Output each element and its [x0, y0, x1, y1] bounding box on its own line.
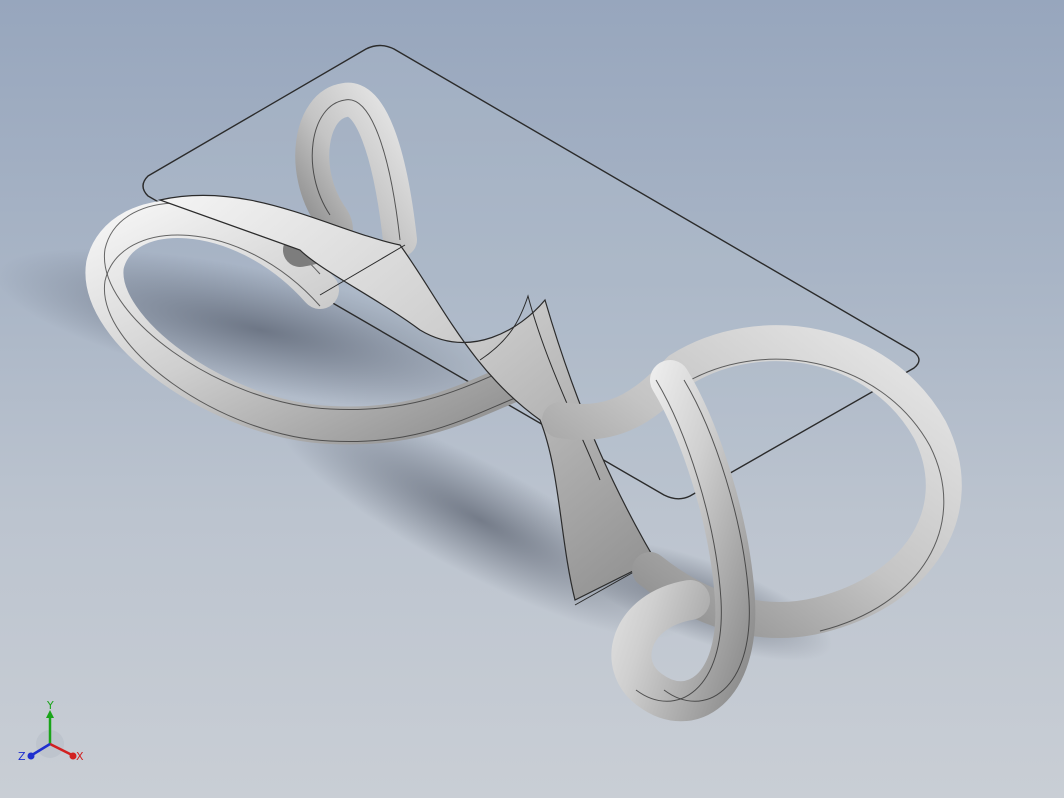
z-axis-tip — [27, 752, 35, 760]
graphics-viewport[interactable]: Y X Z — [0, 0, 1064, 798]
orientation-triad: Y X Z — [18, 700, 84, 763]
x-axis-label: X — [76, 750, 84, 763]
model-canvas[interactable] — [0, 0, 1064, 798]
y-axis-label: Y — [46, 700, 54, 712]
z-axis-label: Z — [18, 750, 26, 763]
